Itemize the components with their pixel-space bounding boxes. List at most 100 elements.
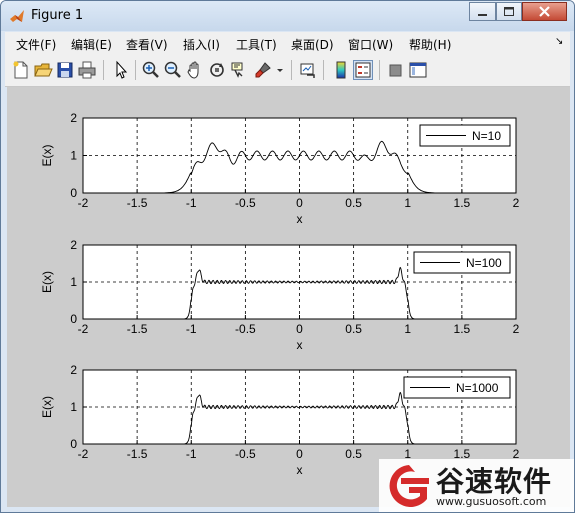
- x-tick-label: 1.5: [454, 322, 471, 336]
- brush-dropdown-button[interactable]: [275, 60, 285, 80]
- insert-legend-button[interactable]: [353, 60, 373, 80]
- open-file-button[interactable]: [33, 60, 53, 80]
- y-tick-label: 1: [70, 275, 77, 289]
- print-button[interactable]: [77, 60, 97, 80]
- x-tick-label: -0.5: [235, 322, 256, 336]
- minimize-icon: [478, 14, 487, 16]
- hide-plot-tools-button[interactable]: [386, 60, 406, 80]
- x-tick-label: -1: [186, 322, 197, 336]
- menu-edit[interactable]: 编辑(E): [71, 36, 112, 53]
- toolbar-separator: [103, 60, 104, 80]
- figure-plots: -2 -1.5 -1 -0.5 0 0.5 1 1.5 2 0 1 2 x E(x) N=10 -2 -1.5 -…: [40, 111, 520, 477]
- toolbar: [5, 54, 570, 87]
- y-tick-label: 1: [70, 400, 77, 414]
- y-axis-label: E(x): [40, 271, 54, 293]
- x-tick-label: -1.5: [127, 322, 148, 336]
- edit-plot-button[interactable]: [111, 60, 131, 80]
- new-figure-icon: [13, 61, 28, 79]
- close-icon: [539, 6, 550, 17]
- toolbar-separator: [135, 60, 136, 80]
- x-tick-label: -0.5: [235, 196, 256, 210]
- x-tick-label: -2: [78, 196, 89, 210]
- close-button[interactable]: [522, 2, 567, 21]
- data-cursor-icon: [231, 62, 243, 78]
- menu-desktop[interactable]: 桌面(D): [291, 36, 334, 53]
- y-tick-label: 0: [70, 312, 77, 326]
- menu-help[interactable]: 帮助(H): [409, 36, 451, 53]
- rotate-3d-button[interactable]: [207, 60, 227, 80]
- x-tick-label: 1.5: [454, 196, 471, 210]
- show-plot-tools-button[interactable]: [408, 60, 428, 80]
- menu-file[interactable]: 文件(F): [16, 36, 56, 53]
- y-axis-label: E(x): [40, 396, 54, 418]
- x-tick-label: -1: [186, 447, 197, 461]
- x-axis-label: x: [297, 463, 303, 477]
- rotate-3d-icon: [210, 63, 224, 77]
- menu-tools[interactable]: 工具(T): [236, 36, 277, 53]
- y-tick-label: 0: [70, 186, 77, 200]
- matlab-logo-icon: [10, 10, 24, 22]
- data-cursor-button[interactable]: [229, 60, 249, 80]
- y-tick-label: 1: [70, 149, 77, 163]
- print-icon: [78, 61, 96, 79]
- x-tick-label: -1: [186, 196, 197, 210]
- x-tick-label: 2: [513, 322, 520, 336]
- x-tick-label: -0.5: [235, 447, 256, 461]
- x-tick-label: 0: [296, 322, 303, 336]
- x-tick-label: 0.5: [345, 322, 362, 336]
- chevron-down-icon: [277, 69, 283, 72]
- x-tick-label: 1: [404, 196, 411, 210]
- zoom-out-button[interactable]: [163, 60, 183, 80]
- save-button[interactable]: [55, 60, 75, 80]
- link-plot-button[interactable]: [298, 60, 318, 80]
- x-tick-label: -2: [78, 447, 89, 461]
- title-bar[interactable]: Figure 1: [1, 1, 574, 31]
- show-plot-tools-icon: [409, 62, 427, 78]
- insert-legend-icon: [355, 62, 371, 78]
- pan-button[interactable]: [185, 60, 205, 80]
- y-tick-label: 2: [70, 363, 77, 377]
- insert-colorbar-button[interactable]: [331, 60, 351, 80]
- legend-label: N=10: [472, 129, 501, 143]
- menu-bar: 文件(F) 编辑(E) 查看(V) 插入(I) 工具(T) 桌面(D) 窗口(W…: [5, 32, 570, 54]
- x-tick-label: -1.5: [127, 447, 148, 461]
- x-tick-label: -2: [78, 322, 89, 336]
- x-tick-label: 2: [513, 196, 520, 210]
- x-tick-label: 0: [296, 196, 303, 210]
- open-file-icon: [34, 63, 53, 77]
- watermark-text: 谷速软件: [436, 465, 553, 498]
- y-tick-label: 2: [70, 238, 77, 252]
- x-tick-label: -1.5: [127, 196, 148, 210]
- y-axis-label: E(x): [40, 145, 54, 167]
- y-tick-label: 0: [70, 437, 77, 451]
- maximize-icon: [504, 7, 514, 16]
- figure-canvas: -2 -1.5 -1 -0.5 0 0.5 1 1.5 2 0 1 2 x E(x) N=10 -2 -1.5 -…: [7, 87, 570, 507]
- legend-label: N=1000: [456, 381, 499, 395]
- menu-window[interactable]: 窗口(W): [348, 36, 393, 53]
- menu-insert[interactable]: 插入(I): [183, 36, 220, 53]
- zoom-in-icon: [142, 61, 159, 78]
- x-tick-label: 0.5: [345, 447, 362, 461]
- window-title: Figure 1: [31, 8, 84, 23]
- dock-arrow-icon[interactable]: ↘: [555, 36, 563, 47]
- zoom-out-icon: [164, 61, 181, 78]
- brush-icon: [255, 62, 271, 78]
- x-tick-label: 0.5: [345, 196, 362, 210]
- link-plot-icon: [300, 63, 315, 78]
- edit-plot-icon: [116, 60, 128, 79]
- zoom-in-button[interactable]: [141, 60, 161, 80]
- menu-view[interactable]: 查看(V): [126, 36, 168, 53]
- toolbar-separator: [291, 60, 292, 80]
- x-tick-label: 1: [404, 322, 411, 336]
- brush-button[interactable]: [253, 60, 273, 80]
- y-tick-label: 2: [70, 111, 77, 125]
- toolbar-separator: [379, 60, 380, 80]
- insert-colorbar-icon: [336, 61, 346, 79]
- figure-window: Figure 1 文件(F) 编辑(E) 查看(V) 插入(I) 工具(T) 桌…: [0, 0, 575, 513]
- legend-label: N=100: [466, 256, 502, 270]
- toolbar-separator: [323, 60, 324, 80]
- x-axis-label: x: [297, 338, 303, 352]
- minimize-button[interactable]: [469, 2, 496, 21]
- new-figure-button[interactable]: [11, 60, 31, 80]
- maximize-button[interactable]: [496, 2, 522, 21]
